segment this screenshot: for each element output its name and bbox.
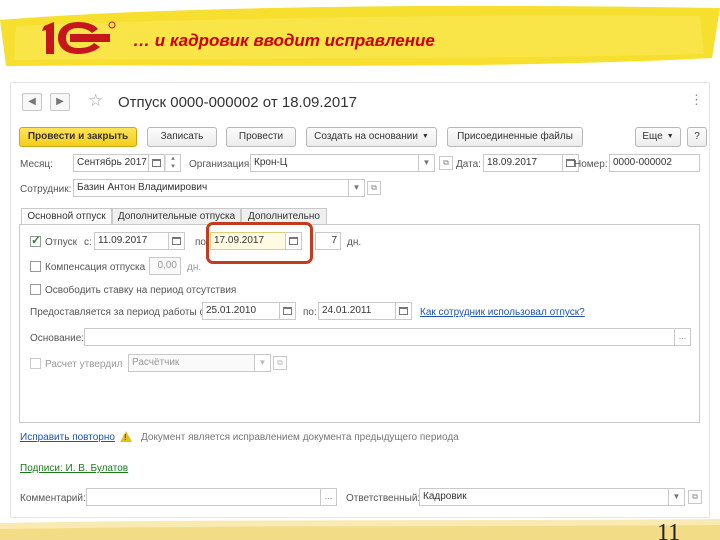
responsible-label: Ответственный: [346,493,421,504]
organization-label: Организация: [189,159,253,170]
basis-label: Основание: [30,333,85,344]
compensation-checkbox[interactable] [30,261,41,272]
fix-again-link[interactable]: Исправить повторно [20,432,115,443]
compensation-unit: дн. [187,262,202,273]
calendar-icon[interactable] [396,302,412,320]
page-number: 11 [657,520,681,540]
employee-field[interactable]: Базин Антон Владимирович [73,179,349,197]
chevron-down-icon[interactable]: ▼ [349,179,365,197]
month-label: Месяц: [20,159,53,170]
responsible-field[interactable]: Кадровик [419,488,669,506]
correction-highlight [206,222,313,264]
1c-logo-icon [42,21,116,54]
arrow-left-icon[interactable]: ◀ [22,93,42,111]
month-field[interactable]: Сентябрь 2017 [73,154,149,172]
days-unit: дн. [347,237,362,248]
date-label: Дата: [456,159,481,170]
ellipsis-icon[interactable]: … [321,488,337,506]
leave-checkbox[interactable] [30,233,41,247]
tab-panel [19,224,700,423]
employee-label: Сотрудник: [20,184,72,195]
open-icon[interactable]: ⧉ [439,156,453,170]
vertical-dots-icon[interactable]: ⋮ [690,92,703,108]
chevron-down-icon: ▼ [666,133,674,140]
create-based-on-button[interactable]: Создать на основании ▼ [306,127,437,147]
tab-main-leave[interactable]: Основной отпуск [21,208,112,225]
calendar-icon[interactable] [280,302,296,320]
slide-banner: … и кадровик вводит исправление [0,0,720,72]
leave-label: Отпуск [45,237,78,248]
more-label: Еще [642,131,663,142]
calendar-icon[interactable] [149,154,165,172]
date-field[interactable]: 18.09.2017 [483,154,563,172]
organization-field[interactable]: Крон-Ц [250,154,419,172]
correction-note: Документ является исправлением документа… [141,432,459,443]
arrow-right-icon[interactable]: ▶ [50,93,70,111]
number-field[interactable]: 0000-000002 [609,154,700,172]
star-icon[interactable]: ☆ [88,91,103,111]
save-button[interactable]: Записать [147,127,217,147]
warning-mark: ! [124,433,127,442]
chevron-down-icon[interactable]: ▼ [669,488,685,506]
ellipsis-icon[interactable]: … [675,328,691,346]
compensation-field[interactable]: 0,00 [149,257,181,275]
more-button[interactable]: Еще ▼ [635,127,681,147]
days-field[interactable]: 7 [315,232,341,250]
release-rate-checkbox[interactable] [30,284,41,295]
open-icon[interactable]: ⧉ [273,356,287,370]
window-titlebar: ◀ ▶ ☆ Отпуск 0000-000002 от 18.09.2017 ⋮ [11,83,709,121]
period-from-field[interactable]: 25.01.2010 [202,302,280,320]
number-label: Номер: [574,159,608,170]
leave-from-label: с: [84,237,92,248]
comment-label: Комментарий: [20,493,86,504]
period-to-label: по: [303,307,317,318]
chevron-down-icon: ▼ [421,133,429,140]
approved-field[interactable]: Расчётчик [128,354,255,372]
approved-checkbox[interactable] [30,358,41,369]
post-button[interactable]: Провести [226,127,296,147]
help-button[interactable]: ? [687,127,707,147]
document-title: Отпуск 0000-000002 от 18.09.2017 [118,94,357,111]
chevron-down-icon[interactable]: ▼ [255,354,271,372]
post-and-close-button[interactable]: Провести и закрыть [19,127,137,147]
stepper-icon[interactable]: ▴ ▾ [165,154,181,172]
slide-title: … и кадровик вводит исправление [133,31,435,50]
footer-brush-strip [0,519,720,540]
open-icon[interactable]: ⧉ [688,490,702,504]
attached-files-button[interactable]: Присоединенные файлы [447,127,583,147]
leave-to-label: по [195,237,206,248]
document-window: ◀ ▶ ☆ Отпуск 0000-000002 от 18.09.2017 ⋮… [10,82,710,518]
approved-label: Расчет утвердил [45,359,123,370]
chevron-down-icon[interactable]: ▼ [419,154,435,172]
period-label: Предоставляется за период работы с: [30,307,208,318]
period-to-field[interactable]: 24.01.2011 [318,302,396,320]
basis-field[interactable] [84,328,675,346]
release-rate-label: Освободить ставку на период отсутствия [45,285,237,296]
create-based-on-label: Создать на основании [314,131,418,142]
comment-field[interactable] [86,488,321,506]
command-bar: Провести и закрыть Записать Провести Соз… [19,127,707,149]
compensation-label: Компенсация отпуска [45,262,146,273]
calendar-icon[interactable] [169,232,185,250]
signatures-link[interactable]: Подписи: И. В. Булатов [20,463,128,474]
open-icon[interactable]: ⧉ [367,181,381,195]
how-used-link[interactable]: Как сотрудник использовал отпуск? [420,307,585,318]
leave-from-field[interactable]: 11.09.2017 [94,232,169,250]
